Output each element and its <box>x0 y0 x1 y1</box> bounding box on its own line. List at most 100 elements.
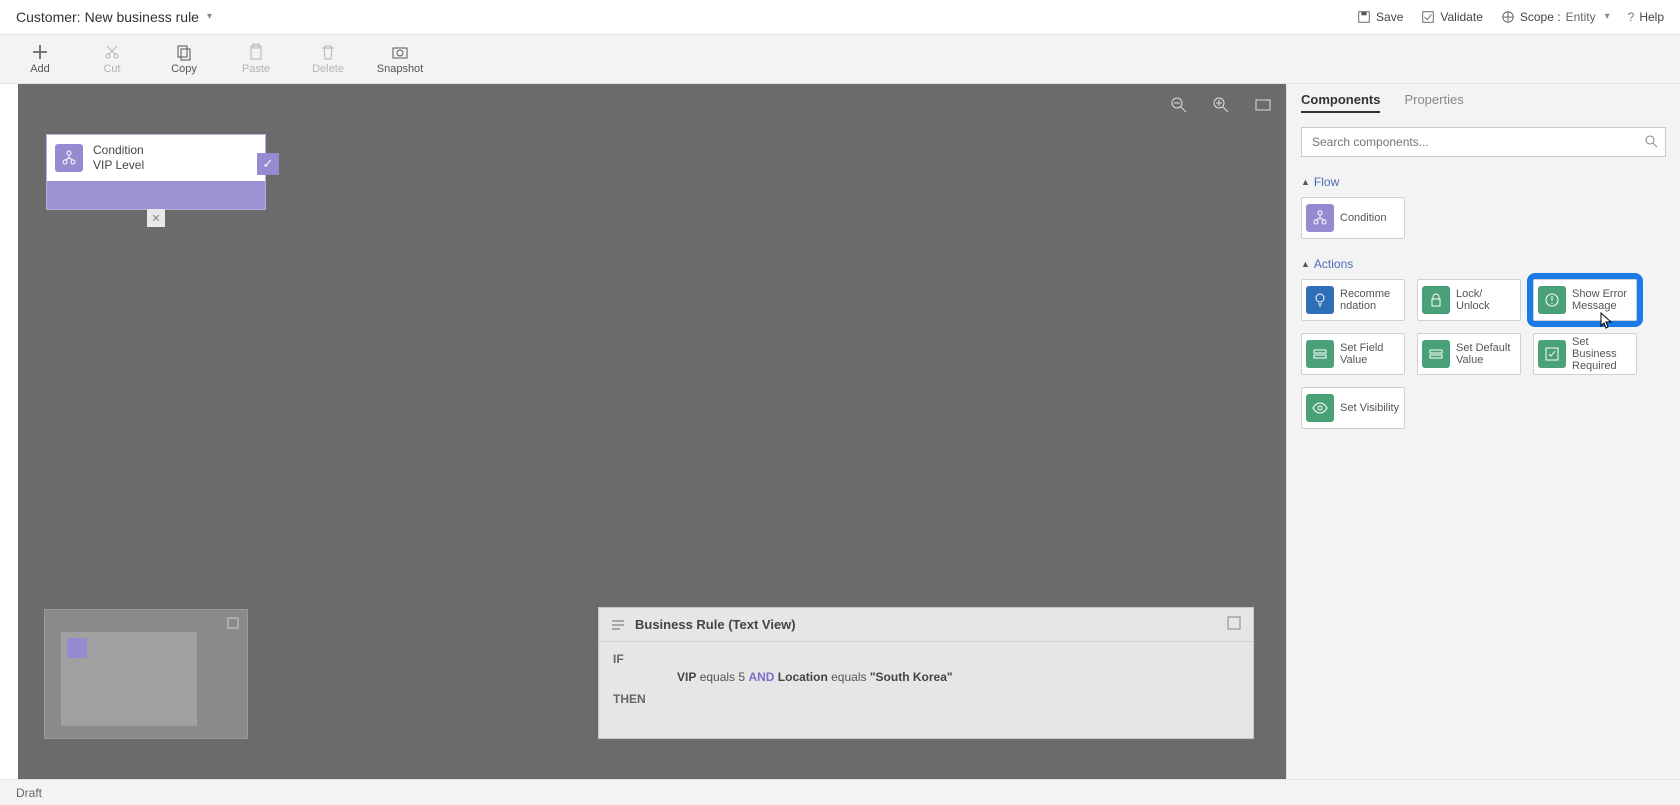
minimap-expand-icon[interactable] <box>227 616 239 634</box>
header-actions: Save Validate Scope : Entity ▾ ? Help <box>1357 10 1664 24</box>
component-set-business-required[interactable]: Set Business Required <box>1533 333 1637 375</box>
trash-icon <box>319 43 337 61</box>
cursor-icon <box>1600 312 1614 330</box>
val2: "South Korea" <box>870 670 953 684</box>
add-label: Add <box>30 63 50 75</box>
default-icon <box>1422 340 1450 368</box>
minimap[interactable] <box>44 609 248 739</box>
text-view-title: Business Rule (Text View) <box>635 617 796 632</box>
cut-label: Cut <box>103 63 120 75</box>
field1: VIP <box>677 670 696 684</box>
component-set-field[interactable]: Set Field Value <box>1301 333 1405 375</box>
minimap-viewport[interactable] <box>61 632 197 726</box>
chevron-down-icon[interactable]: ▾ <box>207 11 212 22</box>
search-icon[interactable] <box>1644 134 1658 153</box>
validate-label: Validate <box>1440 10 1482 24</box>
zoom-out-icon[interactable] <box>1170 96 1188 119</box>
chevron-down-icon: ▾ <box>1605 11 1610 22</box>
panel-tabs: Components Properties <box>1301 92 1666 113</box>
error-icon <box>1538 286 1566 314</box>
component-label: Set Visibility <box>1340 402 1399 414</box>
lock-icon <box>1422 286 1450 314</box>
condition-header: Condition VIP Level <box>47 135 265 181</box>
delete-label: Delete <box>312 63 344 75</box>
scope-icon <box>1501 10 1515 24</box>
condition-icon <box>55 144 83 172</box>
text-view-panel: Business Rule (Text View) IF VIP equals … <box>598 607 1254 739</box>
main-content: Condition VIP Level ✓ ✕ Business Rule (T… <box>0 84 1680 779</box>
op2: equals <box>831 670 866 684</box>
component-label: Lock/ Unlock <box>1456 288 1516 312</box>
canvas-toolbar <box>1170 96 1272 119</box>
flow-label: Flow <box>1314 175 1339 189</box>
field2: Location <box>778 670 828 684</box>
paste-icon <box>247 43 265 61</box>
fit-screen-icon[interactable] <box>1254 96 1272 119</box>
text-view-expand-icon[interactable] <box>1227 616 1241 633</box>
canvas[interactable]: Condition VIP Level ✓ ✕ Business Rule (T… <box>18 84 1286 779</box>
text-view-header[interactable]: Business Rule (Text View) <box>599 608 1253 642</box>
scissors-icon <box>103 43 121 61</box>
component-set-default[interactable]: Set Default Value <box>1417 333 1521 375</box>
help-icon: ? <box>1628 10 1635 24</box>
save-icon <box>1357 10 1371 24</box>
cut-button[interactable]: Cut <box>88 43 136 75</box>
val1: 5 <box>738 670 745 684</box>
component-condition[interactable]: Condition <box>1301 197 1405 239</box>
lightbulb-icon <box>1306 286 1334 314</box>
search-input[interactable] <box>1301 127 1666 157</box>
toolbar: Add Cut Copy Paste Delete Snapshot <box>0 34 1680 84</box>
help-button[interactable]: ? Help <box>1628 10 1664 24</box>
title-area[interactable]: Customer: New business rule ▾ <box>16 9 212 25</box>
and-op: AND <box>748 670 774 684</box>
condition-false-handle[interactable]: ✕ <box>147 209 165 227</box>
header: Customer: New business rule ▾ Save Valid… <box>0 0 1680 34</box>
component-label: Recomme ndation <box>1340 288 1400 312</box>
text-view-icon <box>611 618 625 632</box>
component-show-error[interactable]: Show Error Message <box>1533 279 1637 321</box>
validate-icon <box>1421 10 1435 24</box>
scope-value: Entity <box>1566 10 1596 24</box>
tab-properties[interactable]: Properties <box>1404 92 1463 113</box>
condition-footer[interactable] <box>47 181 265 209</box>
actions-label: Actions <box>1314 257 1353 271</box>
condition-card[interactable]: Condition VIP Level ✓ ✕ <box>46 134 266 210</box>
copy-button[interactable]: Copy <box>160 43 208 75</box>
statusbar: Draft <box>0 779 1680 805</box>
copy-icon <box>175 43 193 61</box>
page-title: New business rule <box>85 9 199 25</box>
component-label: Set Field Value <box>1340 342 1400 366</box>
field-icon <box>1306 340 1334 368</box>
help-label: Help <box>1639 10 1664 24</box>
tab-components[interactable]: Components <box>1301 92 1380 113</box>
condition-true-handle[interactable]: ✓ <box>257 153 279 175</box>
snapshot-button[interactable]: Snapshot <box>376 43 424 75</box>
validate-button[interactable]: Validate <box>1421 10 1482 24</box>
component-label: Set Business Required <box>1572 336 1632 372</box>
op1: equals <box>700 670 735 684</box>
snapshot-label: Snapshot <box>377 63 423 75</box>
collapse-triangle-icon: ▲ <box>1301 259 1310 269</box>
delete-button[interactable]: Delete <box>304 43 352 75</box>
condition-icon <box>1306 204 1334 232</box>
add-button[interactable]: Add <box>16 43 64 75</box>
status-text: Draft <box>16 786 42 800</box>
camera-icon <box>391 43 409 61</box>
right-panel: Components Properties ▲ Flow Condition <box>1286 84 1680 779</box>
component-lock-unlock[interactable]: Lock/ Unlock <box>1417 279 1521 321</box>
condition-name: VIP Level <box>93 158 144 173</box>
component-set-visibility[interactable]: Set Visibility <box>1301 387 1405 429</box>
component-recommendation[interactable]: Recomme ndation <box>1301 279 1405 321</box>
search-components <box>1301 127 1666 157</box>
flow-header[interactable]: ▲ Flow <box>1301 175 1666 189</box>
save-button[interactable]: Save <box>1357 10 1403 24</box>
scope-selector[interactable]: Scope : Entity ▾ <box>1501 10 1610 24</box>
copy-label: Copy <box>171 63 197 75</box>
actions-header[interactable]: ▲ Actions <box>1301 257 1666 271</box>
paste-button[interactable]: Paste <box>232 43 280 75</box>
zoom-in-icon[interactable] <box>1212 96 1230 119</box>
component-label: Set Default Value <box>1456 342 1516 366</box>
component-label: Show Error Message <box>1572 288 1632 312</box>
section-actions: ▲ Actions Recomme ndation Lock/ Unlock S… <box>1301 257 1666 429</box>
paste-label: Paste <box>242 63 270 75</box>
